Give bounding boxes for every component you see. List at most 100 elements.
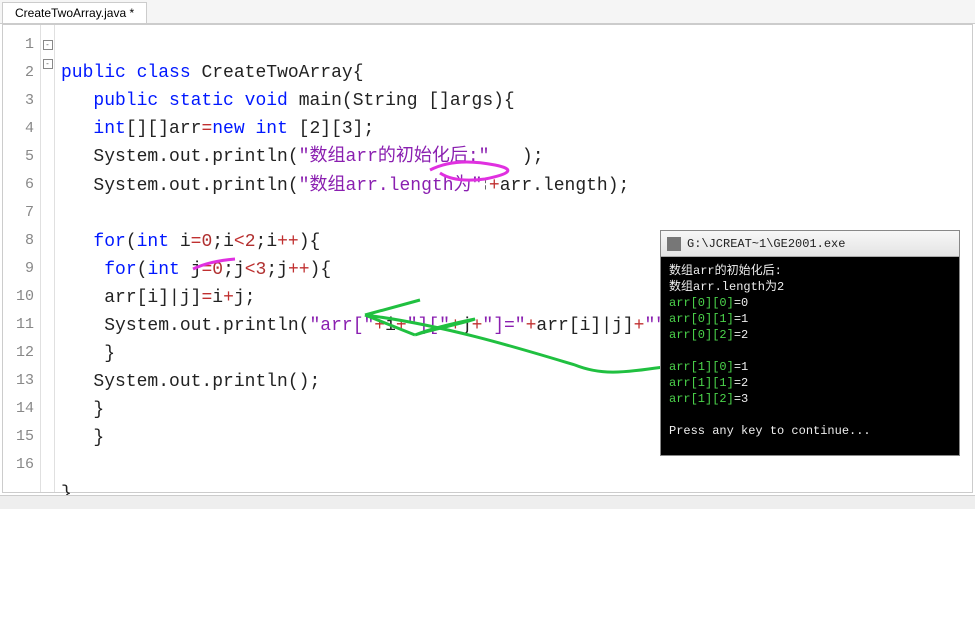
- line-number: 9: [3, 255, 34, 283]
- expr: System.out.: [93, 372, 212, 392]
- expr: j;: [234, 288, 256, 308]
- op: +: [472, 316, 483, 336]
- op: +: [396, 316, 407, 336]
- keyword: static: [169, 91, 234, 111]
- signature: (String []args){: [342, 91, 515, 111]
- tab-bar: CreateTwoArray.java *: [0, 0, 975, 24]
- op: +: [526, 316, 537, 336]
- op: =: [201, 288, 212, 308]
- status-bar: [0, 495, 975, 509]
- fold-column: - -: [41, 25, 55, 492]
- line-number: 15: [3, 423, 34, 451]
- console-line: arr[1][2]=3: [669, 391, 951, 407]
- method-name: main: [299, 91, 342, 111]
- keyword: new: [212, 119, 244, 139]
- semi: ;j: [266, 260, 288, 280]
- console-line: arr[0][1]=1: [669, 311, 951, 327]
- console-title-text: G:\JCREAT~1\GE2001.exe: [687, 237, 845, 251]
- paren: (: [299, 316, 310, 336]
- line-number: 1: [3, 31, 34, 59]
- console-output: 数组arr的初始化后:数组arr.length为2arr[0][0]=0arr[…: [661, 257, 959, 455]
- semi: ;i: [256, 232, 278, 252]
- paren: (: [288, 147, 299, 167]
- op: +: [634, 316, 645, 336]
- console-line: [669, 407, 951, 423]
- semi: ;: [223, 260, 234, 280]
- console-line: [669, 343, 951, 359]
- line-number: 6: [3, 171, 34, 199]
- keyword: for: [104, 260, 136, 280]
- type: int: [137, 232, 169, 252]
- paren: (: [126, 232, 137, 252]
- line-number: 8: [3, 227, 34, 255]
- app-icon: [667, 237, 681, 251]
- brace: ){: [310, 260, 332, 280]
- var: i: [169, 232, 191, 252]
- brace: ){: [299, 232, 321, 252]
- expr: arr[i]|j]: [104, 288, 201, 308]
- method: println: [223, 316, 299, 336]
- string: "数组arr的初始化后:": [299, 147, 490, 167]
- semi: ;: [212, 232, 223, 252]
- dims: [2][3];: [288, 119, 374, 139]
- keyword: void: [245, 91, 288, 111]
- console-window[interactable]: G:\JCREAT~1\GE2001.exe 数组arr的初始化后:数组arr.…: [660, 230, 960, 456]
- method: println: [212, 147, 288, 167]
- ime-caret: ¦: [482, 179, 489, 191]
- string: "数组arr.length为": [299, 176, 483, 196]
- console-line: 数组arr.length为2: [669, 279, 951, 295]
- method: println: [212, 176, 288, 196]
- num: 0: [212, 260, 223, 280]
- expr: arr[i]|j]: [536, 316, 633, 336]
- type: int: [147, 260, 179, 280]
- paren: );: [489, 147, 543, 167]
- expr: System.out.: [93, 176, 212, 196]
- console-titlebar[interactable]: G:\JCREAT~1\GE2001.exe: [661, 231, 959, 257]
- console-line: arr[1][1]=2: [669, 375, 951, 391]
- line-number: 10: [3, 283, 34, 311]
- op: ++: [288, 260, 310, 280]
- paren: (: [288, 176, 299, 196]
- op: =: [191, 232, 202, 252]
- op: +: [489, 176, 500, 196]
- var: j: [180, 260, 202, 280]
- paren: (: [137, 260, 148, 280]
- op: +: [374, 316, 385, 336]
- string: "arr[": [309, 316, 374, 336]
- op: <: [245, 260, 256, 280]
- class-name: CreateTwoArray: [201, 63, 352, 83]
- brace: {: [353, 63, 364, 83]
- keyword: class: [137, 63, 191, 83]
- line-number: 2: [3, 59, 34, 87]
- line-number: 5: [3, 143, 34, 171]
- expr: i: [385, 316, 396, 336]
- line-number: 11: [3, 311, 34, 339]
- fold-toggle[interactable]: -: [43, 40, 53, 50]
- op: ++: [277, 232, 299, 252]
- line-number: 13: [3, 367, 34, 395]
- line-number: 3: [3, 87, 34, 115]
- op: =: [201, 119, 212, 139]
- num: 0: [201, 232, 212, 252]
- expr: System.out.: [93, 147, 212, 167]
- brace: }: [104, 344, 115, 364]
- brace: }: [93, 400, 104, 420]
- expr: i: [212, 288, 223, 308]
- line-number: 16: [3, 451, 34, 479]
- line-number: 12: [3, 339, 34, 367]
- rest: ();: [288, 372, 320, 392]
- method: println: [212, 372, 288, 392]
- op: +: [450, 316, 461, 336]
- console-line: arr[0][0]=0: [669, 295, 951, 311]
- expr: j: [461, 316, 472, 336]
- line-number: 4: [3, 115, 34, 143]
- string: "][": [407, 316, 450, 336]
- type: int: [93, 119, 125, 139]
- num: 3: [256, 260, 267, 280]
- line-number: 14: [3, 395, 34, 423]
- line-gutter: 12345678910111213141516: [3, 25, 41, 492]
- fold-toggle[interactable]: -: [43, 59, 53, 69]
- file-tab[interactable]: CreateTwoArray.java *: [2, 2, 147, 23]
- console-line: 数组arr的初始化后:: [669, 263, 951, 279]
- op: +: [223, 288, 234, 308]
